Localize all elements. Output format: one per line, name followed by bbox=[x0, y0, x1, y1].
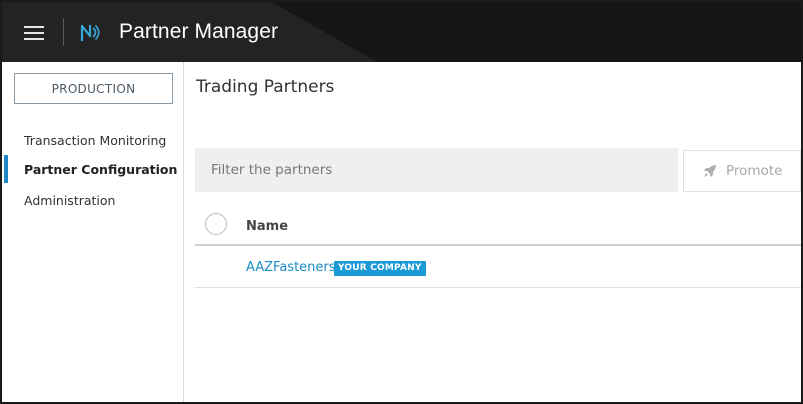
top-header-bar: Partner Manager bbox=[2, 2, 801, 62]
filter-partners-input[interactable] bbox=[195, 148, 678, 192]
header-decoration bbox=[272, 2, 801, 62]
app-title: Partner Manager bbox=[119, 20, 279, 43]
app-window: Partner Manager PRODUCTION Transaction M… bbox=[0, 0, 803, 404]
sidebar-item-transaction-monitoring[interactable]: Transaction Monitoring bbox=[2, 126, 183, 154]
promote-button-label: Promote bbox=[726, 163, 783, 179]
rocket-icon bbox=[704, 165, 716, 177]
sidebar-item-partner-configuration[interactable]: Partner Configuration bbox=[2, 155, 183, 183]
brand-logo-icon bbox=[80, 24, 100, 41]
page-title: Trading Partners bbox=[196, 77, 335, 97]
table-header: Name bbox=[195, 204, 801, 246]
sidebar-item-administration[interactable]: Administration bbox=[2, 186, 183, 214]
sidebar: PRODUCTION Transaction Monitoring Partne… bbox=[2, 62, 184, 402]
promote-button[interactable]: Promote bbox=[683, 150, 801, 192]
column-header-name[interactable]: Name bbox=[246, 219, 288, 234]
partner-name-link[interactable]: AAZFasteners bbox=[246, 260, 336, 275]
environment-button[interactable]: PRODUCTION bbox=[14, 73, 173, 104]
your-company-badge: YOUR COMPANY bbox=[334, 261, 426, 276]
header-divider bbox=[63, 18, 64, 46]
hamburger-menu-icon[interactable] bbox=[24, 22, 46, 42]
table-row: AAZFasteners YOUR COMPANY bbox=[195, 248, 801, 288]
select-all-checkbox[interactable] bbox=[205, 213, 227, 235]
